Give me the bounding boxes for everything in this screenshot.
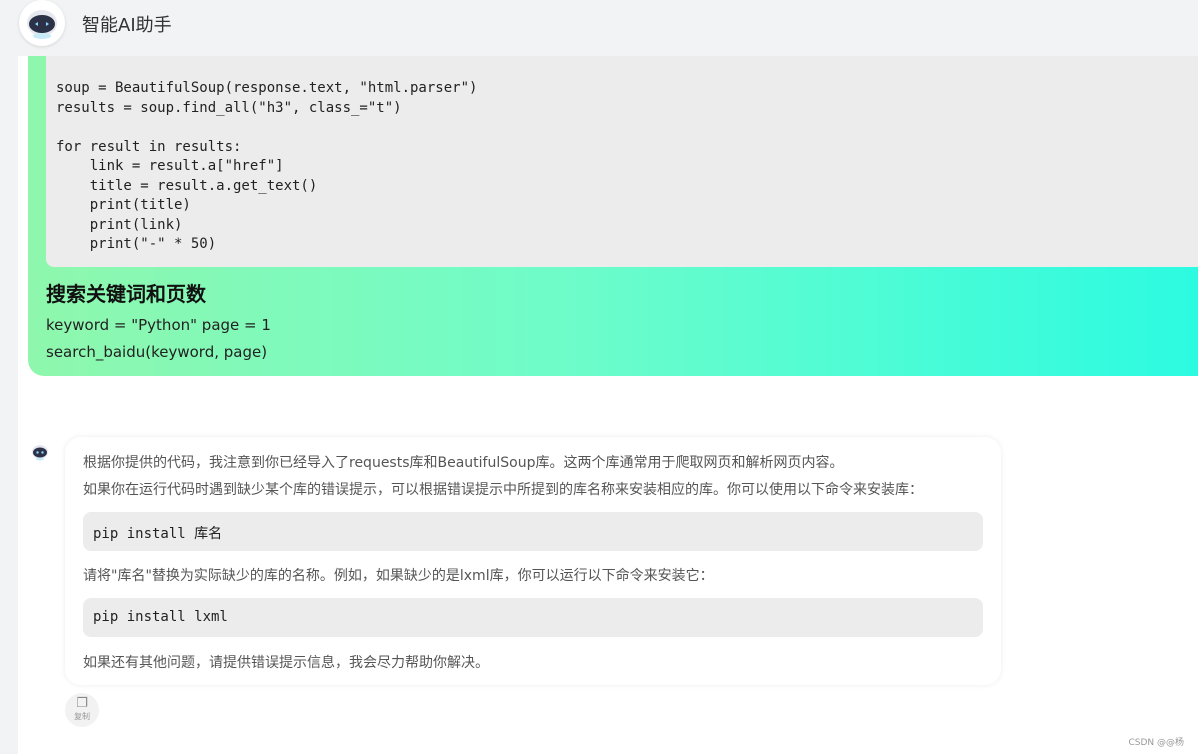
robot-icon bbox=[19, 0, 65, 46]
assistant-code-block: pip install lxml bbox=[83, 598, 983, 637]
assistant-code-text: pip install lxml bbox=[93, 609, 228, 625]
user-text-line: keyword = "Python" page = 1 bbox=[46, 316, 271, 334]
assistant-paragraph: 如果你在运行代码时遇到缺少某个库的错误提示，可以根据错误提示中所提到的库名称来安… bbox=[83, 482, 923, 498]
user-text-line: search_baidu(keyword, page) bbox=[46, 343, 268, 361]
copy-button[interactable]: ❐ 复制 bbox=[65, 693, 99, 727]
user-code-block: soup = BeautifulSoup(response.text, "htm… bbox=[46, 56, 1198, 267]
app-title: 智能AI助手 bbox=[82, 15, 172, 36]
robot-icon bbox=[30, 442, 50, 462]
assistant-message-bubble: 根据你提供的代码，我注意到你已经导入了requests库和BeautifulSo… bbox=[65, 437, 1001, 685]
copy-button-label: 复制 bbox=[74, 712, 90, 721]
user-heading: 搜索关键词和页数 bbox=[46, 282, 206, 306]
user-message-bubble: soup = BeautifulSoup(response.text, "htm… bbox=[28, 56, 1198, 376]
app-header: 智能AI助手 bbox=[0, 0, 1198, 48]
assistant-code-text: pip install 库名 bbox=[93, 526, 223, 542]
assistant-paragraph: 如果还有其他问题，请提供错误提示信息，我会尽力帮助你解决。 bbox=[83, 655, 489, 671]
watermark: CSDN @@杨 bbox=[1128, 738, 1184, 748]
assistant-paragraph: 根据你提供的代码，我注意到你已经导入了requests库和BeautifulSo… bbox=[83, 455, 844, 471]
assistant-paragraph: 请将"库名"替换为实际缺少的库的名称。例如，如果缺少的是lxml库，你可以运行以… bbox=[83, 568, 714, 584]
user-code-text: soup = BeautifulSoup(response.text, "htm… bbox=[56, 80, 478, 252]
assistant-code-block: pip install 库名 bbox=[83, 512, 983, 551]
copy-icon: ❐ bbox=[76, 696, 88, 711]
